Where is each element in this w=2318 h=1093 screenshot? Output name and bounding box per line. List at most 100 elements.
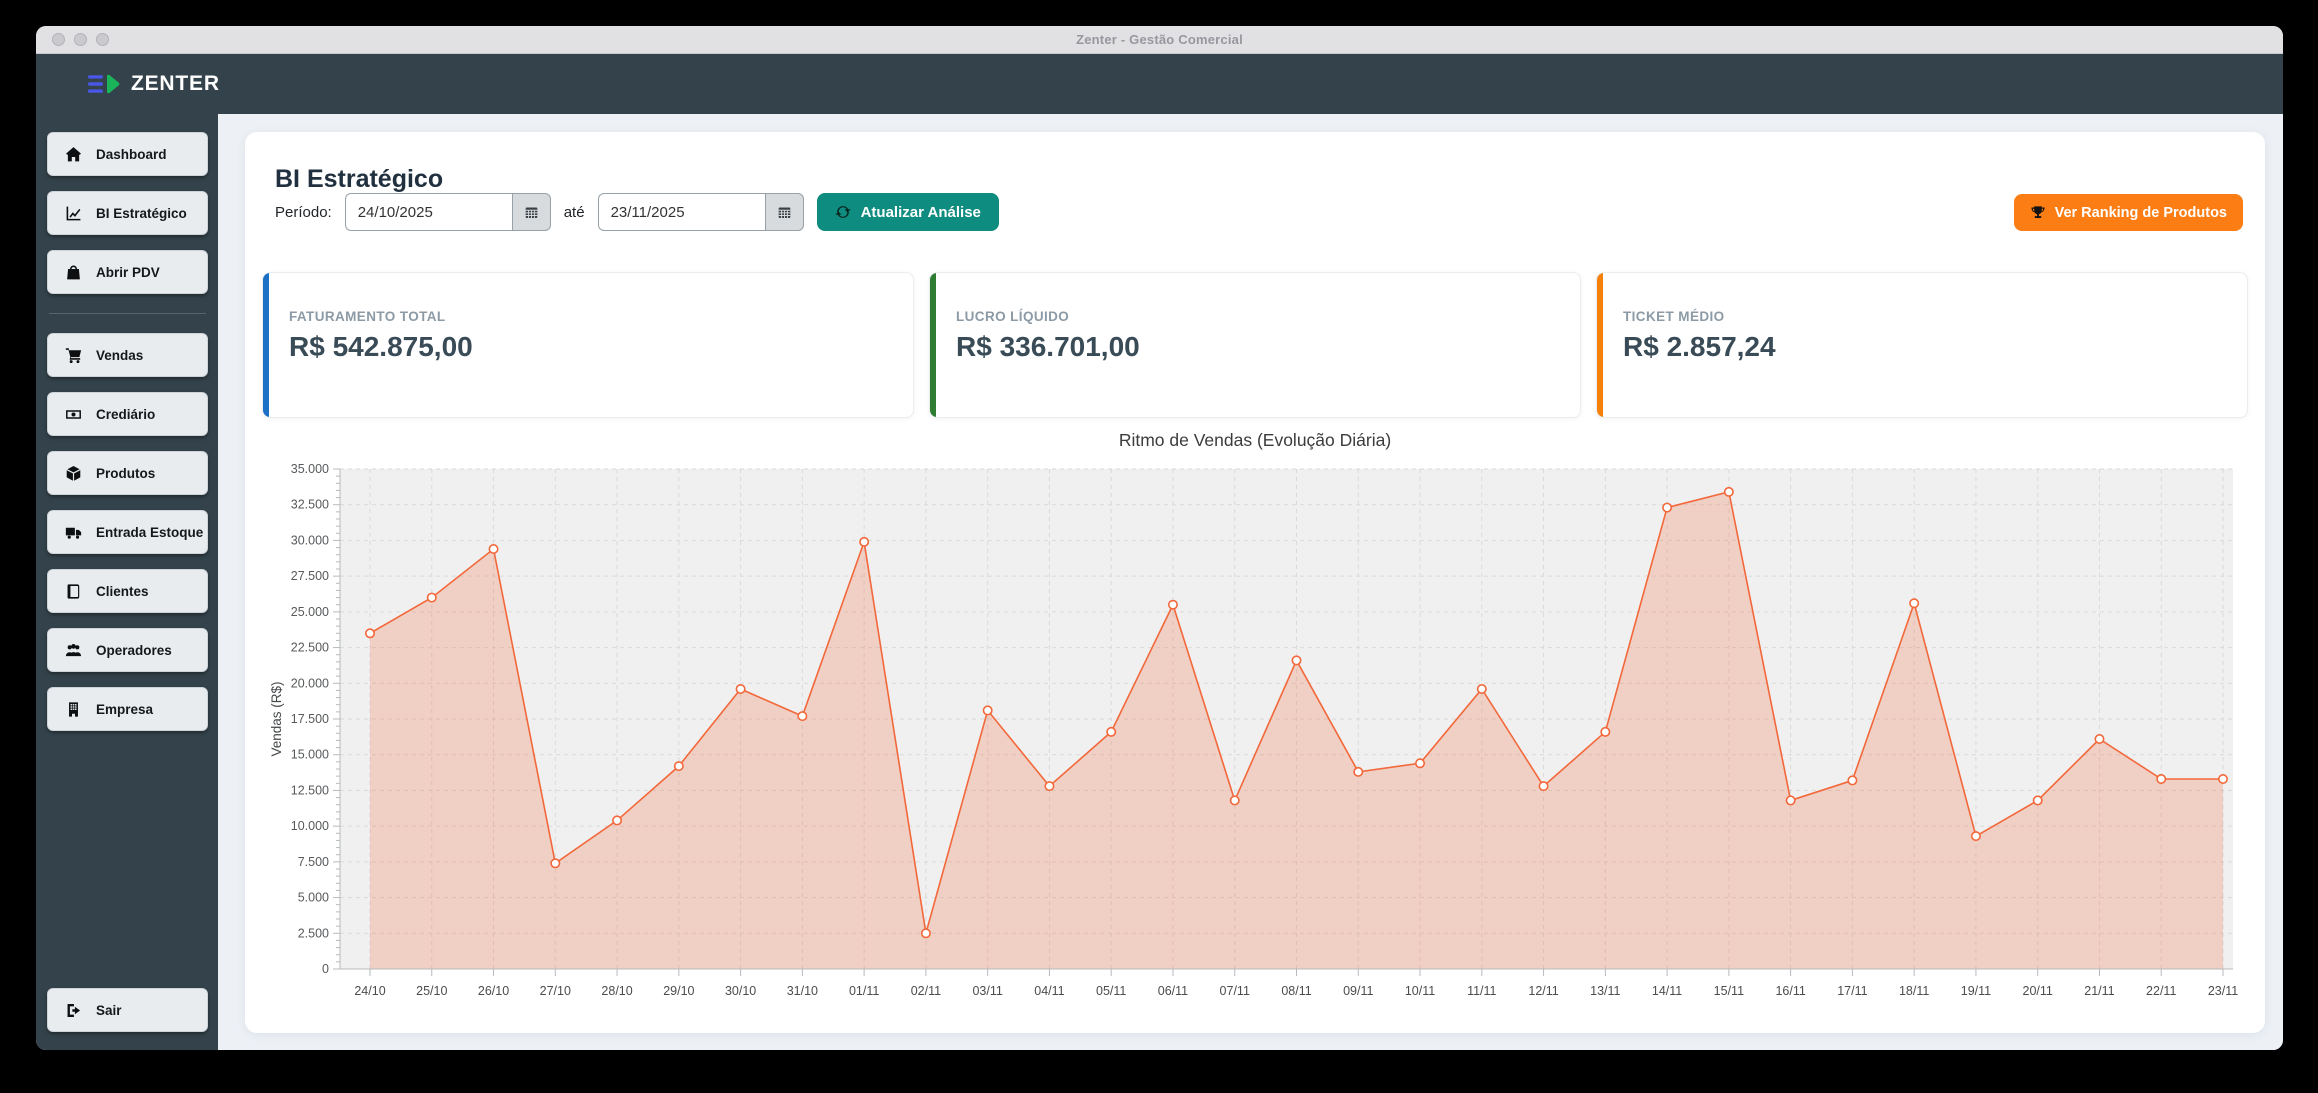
svg-text:17/11: 17/11 (1837, 984, 1867, 998)
sidebar-item-label: BI Estratégico (96, 206, 187, 221)
svg-text:07/11: 07/11 (1220, 984, 1250, 998)
app-window: Zenter - Gestão Comercial ZENTER Dashboa… (36, 26, 2283, 1050)
home-icon (65, 146, 82, 163)
svg-text:20/11: 20/11 (2023, 984, 2053, 998)
address-book-icon (65, 583, 82, 600)
sidebar-item-sair[interactable]: Sair (47, 988, 208, 1032)
window-title: Zenter - Gestão Comercial (1076, 32, 1243, 47)
svg-text:04/11: 04/11 (1034, 984, 1064, 998)
sidebar-item-entrada-estoque[interactable]: Entrada Estoque (47, 510, 208, 554)
zoom-window-button[interactable] (96, 33, 109, 46)
svg-text:21/11: 21/11 (2084, 984, 2114, 998)
users-icon (65, 642, 82, 659)
kpi-value: R$ 2.857,24 (1623, 331, 2247, 363)
svg-text:16/11: 16/11 (1775, 984, 1805, 998)
svg-text:23/11: 23/11 (2208, 984, 2238, 998)
brand-logo: ZENTER (88, 72, 220, 96)
kpi-card-faturamento: FATURAMENTO TOTAL R$ 542.875,00 (262, 272, 914, 418)
window-controls (52, 26, 109, 53)
bi-panel: BI Estratégico Período: até (245, 132, 2265, 1033)
kpi-label: TICKET MÉDIO (1623, 309, 2247, 324)
building-icon (65, 701, 82, 718)
svg-text:02/11: 02/11 (911, 984, 941, 998)
sidebar-item-abrir-pdv[interactable]: Abrir PDV (47, 250, 208, 294)
svg-text:15/11: 15/11 (1714, 984, 1744, 998)
svg-text:08/11: 08/11 (1281, 984, 1311, 998)
svg-text:17.500: 17.500 (291, 712, 329, 726)
period-filter-row: Período: até (275, 192, 999, 232)
truck-icon (65, 524, 82, 541)
kpi-value: R$ 542.875,00 (289, 331, 913, 363)
svg-text:2.500: 2.500 (298, 926, 329, 940)
banknote-icon (65, 406, 82, 423)
svg-text:11/11: 11/11 (1467, 984, 1496, 998)
svg-text:22.500: 22.500 (291, 641, 329, 655)
svg-text:5.000: 5.000 (298, 891, 329, 905)
sidebar-item-clientes[interactable]: Clientes (47, 569, 208, 613)
sidebar-item-vendas[interactable]: Vendas (47, 333, 208, 377)
svg-text:7.500: 7.500 (298, 855, 329, 869)
svg-text:05/11: 05/11 (1096, 984, 1126, 998)
svg-text:22/11: 22/11 (2146, 984, 2176, 998)
kpi-card-lucro: LUCRO LÍQUIDO R$ 336.701,00 (929, 272, 1581, 418)
sidebar-item-label: Entrada Estoque (96, 525, 203, 540)
ranking-produtos-label: Ver Ranking de Produtos (2055, 205, 2227, 221)
sidebar-item-label: Dashboard (96, 147, 167, 162)
calendar-icon (524, 205, 539, 220)
sidebar-item-label: Abrir PDV (96, 265, 160, 280)
svg-text:10.000: 10.000 (291, 819, 329, 833)
svg-text:26/10: 26/10 (478, 984, 509, 998)
main-content: BI Estratégico Período: até (218, 114, 2283, 1050)
minimize-window-button[interactable] (74, 33, 87, 46)
title-bar: Zenter - Gestão Comercial (36, 26, 2283, 54)
y-axis-title: Vendas (R$) (269, 681, 284, 756)
cube-icon (65, 465, 82, 482)
svg-text:10/11: 10/11 (1405, 984, 1435, 998)
svg-text:28/10: 28/10 (601, 984, 632, 998)
shopping-cart-icon (65, 347, 82, 364)
sidebar-item-operadores[interactable]: Operadores (47, 628, 208, 672)
sidebar-item-label: Crediário (96, 407, 155, 422)
svg-text:29/10: 29/10 (663, 984, 694, 998)
desktop: { "window": { "title": "Zenter - Gestão … (0, 0, 2318, 1093)
sidebar-item-crediario[interactable]: Crediário (47, 392, 208, 436)
svg-text:35.000: 35.000 (291, 462, 329, 476)
shopping-bag-icon (65, 264, 82, 281)
date-from-input[interactable] (345, 193, 512, 231)
sidebar-item-label: Clientes (96, 584, 149, 599)
sidebar-item-produtos[interactable]: Produtos (47, 451, 208, 495)
svg-text:12/11: 12/11 (1528, 984, 1558, 998)
date-to-calendar-button[interactable] (765, 193, 804, 231)
refresh-analysis-label: Atualizar Análise (861, 204, 981, 221)
svg-text:19/11: 19/11 (1961, 984, 1991, 998)
until-label: até (564, 204, 585, 221)
sidebar-item-label: Operadores (96, 643, 172, 658)
svg-text:09/11: 09/11 (1343, 984, 1373, 998)
kpi-label: FATURAMENTO TOTAL (289, 309, 913, 324)
close-window-button[interactable] (52, 33, 65, 46)
calendar-icon (777, 205, 792, 220)
sidebar-item-empresa[interactable]: Empresa (47, 687, 208, 731)
svg-text:25.000: 25.000 (291, 605, 329, 619)
sales-chart-block: Ritmo de Vendas (Evolução Diária) 02.500… (265, 430, 2245, 1023)
date-to-input[interactable] (598, 193, 765, 231)
svg-text:31/10: 31/10 (787, 984, 818, 998)
sidebar-item-bi-estrategico[interactable]: BI Estratégico (47, 191, 208, 235)
sidebar-item-label: Produtos (96, 466, 155, 481)
svg-text:12.500: 12.500 (291, 783, 329, 797)
sidebar-item-dashboard[interactable]: Dashboard (47, 132, 208, 176)
sign-out-icon (65, 1002, 82, 1019)
period-label: Período: (275, 204, 332, 221)
sidebar-item-label: Vendas (96, 348, 143, 363)
svg-text:32.500: 32.500 (291, 498, 329, 512)
svg-text:01/11: 01/11 (849, 984, 879, 998)
svg-text:03/11: 03/11 (972, 984, 1002, 998)
ranking-produtos-button[interactable]: Ver Ranking de Produtos (2014, 194, 2243, 231)
refresh-analysis-button[interactable]: Atualizar Análise (817, 193, 999, 231)
window-body: Dashboard BI Estratégico Abrir PDV Venda… (36, 114, 2283, 1050)
chart-title: Ritmo de Vendas (Evolução Diária) (265, 430, 2245, 451)
sidebar: Dashboard BI Estratégico Abrir PDV Venda… (36, 114, 218, 1050)
date-from-calendar-button[interactable] (512, 193, 551, 231)
kpi-cards-row: FATURAMENTO TOTAL R$ 542.875,00 LUCRO LÍ… (262, 272, 2248, 418)
app-header: ZENTER (36, 54, 2283, 114)
